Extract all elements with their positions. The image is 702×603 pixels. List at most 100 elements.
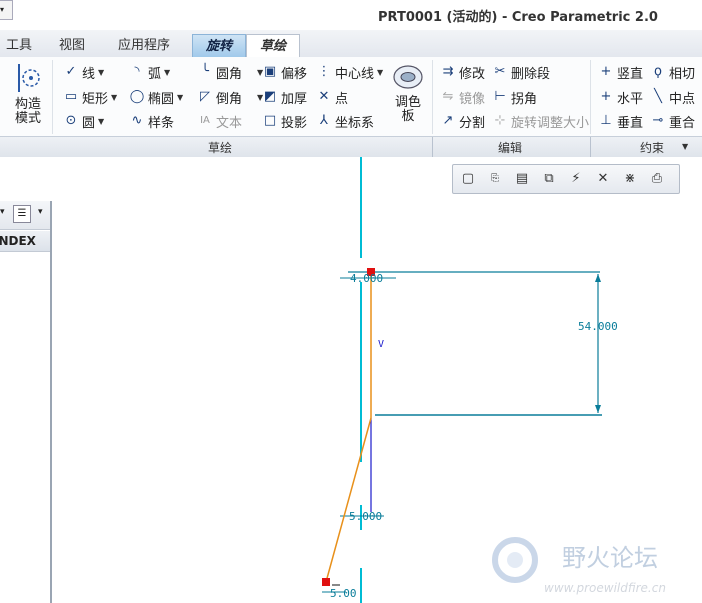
horizontal-constraint-icon: + <box>600 89 612 104</box>
group-label-constrain: 约束 <box>640 141 665 155</box>
construct-mode-button[interactable]: 构造 模式 <box>8 62 48 132</box>
point-button[interactable]: ✕ 点 <box>316 87 348 107</box>
perpendicular-constraint-button[interactable]: ⊥ 垂直 <box>598 111 643 131</box>
perpendicular-constraint-icon: ⊥ <box>600 113 612 128</box>
divide-button[interactable]: ↗ 分割 <box>440 111 485 131</box>
midpoint-constraint-icon: ╲ <box>654 89 662 104</box>
construct-mode-icon <box>18 64 40 92</box>
rotate-resize-icon: ⊹ <box>494 113 506 128</box>
palette-label-2: 板 <box>401 109 415 124</box>
line-button[interactable]: ✓ 线 ▼ <box>63 62 105 82</box>
arc-icon: ◝ <box>134 64 140 79</box>
vertex-marker-bottom[interactable] <box>322 578 330 586</box>
mirror-button[interactable]: ⇋ 镜像 <box>440 87 485 107</box>
construct-mode-label-2: 模式 <box>14 111 41 126</box>
display-grid-icon[interactable]: ✕ <box>592 169 614 189</box>
view-toolbar: ▢ ⎘ ▤ ⧉ ⚡ ✕ ⋇ ⎙ <box>452 164 680 194</box>
display-locks-icon[interactable]: ⎙ <box>646 169 668 189</box>
line-icon: ✓ <box>65 64 77 79</box>
display-dimensions-icon[interactable]: ⎘ <box>484 169 506 189</box>
text-icon: IA <box>200 115 210 126</box>
fillet-button[interactable]: ╰ 圆角 ▼ <box>197 62 263 82</box>
centerline-icon: ⋮ <box>317 64 331 79</box>
model-tree-toolbar: ▾ ☰ ▾ <box>0 201 50 230</box>
tree-settings-dropdown-icon[interactable]: ▾ <box>38 207 43 217</box>
dimension-arrow-down <box>595 405 601 413</box>
chamfer-button[interactable]: ◸ 倒角 ▼ <box>197 87 263 107</box>
tab-applications[interactable]: 应用程序 <box>104 34 184 57</box>
corner-icon: ⊢ <box>494 89 506 104</box>
display-constraints-icon[interactable]: ⚡ <box>565 169 587 189</box>
menu-icon[interactable]: ▾ <box>0 0 13 20</box>
rectangle-button[interactable]: ▭ 矩形 ▼ <box>63 87 117 107</box>
coordsys-icon: ⅄ <box>320 113 328 128</box>
tangent-constraint-button[interactable]: ϙ 相切 <box>650 62 695 82</box>
group-label-edit: 编辑 <box>498 141 523 155</box>
circle-icon: ⊙ <box>65 113 77 128</box>
geometry-slanted-line <box>325 417 372 583</box>
palette-button[interactable]: 调色 板 <box>388 62 428 132</box>
model-tree-panel <box>0 201 52 603</box>
delete-segment-button[interactable]: ✂ 删除段 <box>492 62 550 82</box>
dimension-arrow-up <box>595 274 601 282</box>
text-button[interactable]: IA 文本 <box>197 111 242 131</box>
rectangle-icon: ▭ <box>64 89 78 104</box>
delete-segment-icon: ✂ <box>494 64 506 79</box>
title-bar: ▾ PRT0001 (活动的) - Creo Parametric 2.0 <box>0 0 702 30</box>
mirror-icon: ⇋ <box>442 89 454 104</box>
spline-icon: ∿ <box>131 113 143 128</box>
tree-column-header: INDEX <box>0 231 50 252</box>
window-title: PRT0001 (活动的) - Creo Parametric 2.0 <box>378 10 658 25</box>
dimension-top-text[interactable]: 4.000 <box>350 272 383 285</box>
dimension-middle-text[interactable]: 5.000 <box>349 510 382 523</box>
offset-button[interactable]: ▣ 偏移 <box>262 62 307 82</box>
midpoint-constraint-button[interactable]: ╲ 中点 <box>650 87 695 107</box>
ribbon-group-labels: 草绘 编辑 约束 ▼ <box>0 136 702 158</box>
thicken-button[interactable]: ◩ 加厚 <box>262 87 307 107</box>
vertical-constraint-button[interactable]: + 竖直 <box>598 62 643 82</box>
tab-tools[interactable]: 工具 <box>0 34 38 57</box>
corner-button[interactable]: ⊢ 拐角 <box>492 87 537 107</box>
project-icon: □ <box>263 113 277 128</box>
modify-icon: ⇉ <box>442 64 454 79</box>
watermark: 野火论坛 www.proewildfire.cn <box>492 537 666 595</box>
point-icon: ✕ <box>318 89 330 104</box>
tree-filter-icon[interactable]: ☰ <box>13 205 31 223</box>
tab-sketch[interactable]: 草绘 <box>246 34 300 58</box>
ellipse-button[interactable]: ◯ 椭圆 ▼ <box>129 87 183 107</box>
tangent-constraint-icon: ϙ <box>654 64 662 79</box>
construct-mode-label-1: 构造 <box>14 97 41 112</box>
thicken-icon: ◩ <box>263 89 277 104</box>
chamfer-icon: ◸ <box>200 89 210 104</box>
refit-view-icon[interactable]: ▢ <box>457 169 479 189</box>
constraint-vertical-label: V <box>378 339 384 350</box>
group-label-sketch: 草绘 <box>208 141 233 155</box>
horizontal-constraint-button[interactable]: + 水平 <box>598 87 643 107</box>
project-button[interactable]: □ 投影 <box>262 111 307 131</box>
constrain-expand-icon[interactable]: ▼ <box>682 142 688 151</box>
fillet-icon: ╰ <box>201 64 209 79</box>
sketch-canvas: 4.000 54.000 V 5.000 5.00 野火论坛 www.proew… <box>322 157 666 603</box>
arc-button[interactable]: ◝ 弧 ▼ <box>129 62 170 82</box>
tab-view[interactable]: 视图 <box>48 34 96 57</box>
tab-revolve[interactable]: 旋转 <box>192 34 246 58</box>
graphics-area[interactable]: 4.000 54.000 V 5.000 5.00 野火论坛 www.proew… <box>0 157 702 603</box>
rotate-resize-button[interactable]: ⊹ 旋转调整大小 <box>492 111 589 131</box>
saved-views-icon[interactable]: ▤ <box>511 169 533 189</box>
circle-button[interactable]: ⊙ 圆 ▼ <box>63 111 105 131</box>
sketch-view-icon[interactable]: ⧉ <box>538 169 560 189</box>
dimension-height-text[interactable]: 54.000 <box>578 320 618 333</box>
vertical-constraint-icon: + <box>600 64 612 79</box>
spline-button[interactable]: ∿ 样条 <box>129 111 174 131</box>
divide-icon: ↗ <box>442 113 454 128</box>
ellipse-icon: ◯ <box>129 89 145 104</box>
display-vertices-icon[interactable]: ⋇ <box>619 169 641 189</box>
coincident-constraint-button[interactable]: ⊸ 重合 <box>650 111 695 131</box>
modify-button[interactable]: ⇉ 修改 <box>440 62 485 82</box>
tree-dropdown-icon[interactable]: ▾ <box>0 207 5 217</box>
offset-icon: ▣ <box>263 64 277 79</box>
centerline-button[interactable]: ⋮ 中心线 ▼ <box>316 62 384 82</box>
dimension-bottom-text[interactable]: 5.00 <box>330 587 357 600</box>
ribbon-tabs: 工具 视图 应用程序 旋转 草绘 <box>0 30 702 58</box>
coordsys-button[interactable]: ⅄ 坐标系 <box>316 111 374 131</box>
